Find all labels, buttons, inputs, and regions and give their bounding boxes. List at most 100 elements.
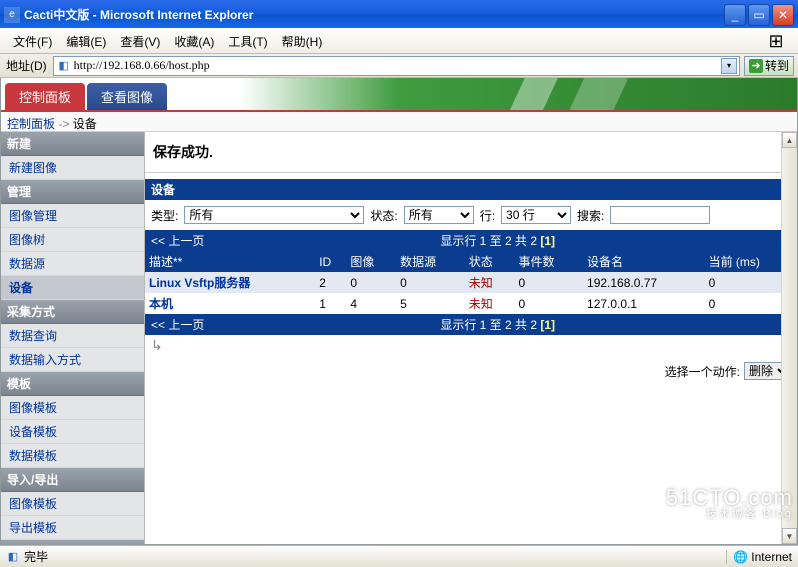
go-button[interactable]: ➜ 转到 (744, 56, 794, 76)
app-icon: e (4, 7, 20, 23)
address-field[interactable]: ◧ http://192.168.0.66/host.php ▾ (53, 56, 740, 76)
search-input[interactable] (610, 206, 710, 224)
column-header[interactable]: 设备名 (583, 251, 705, 272)
sidebar-item[interactable]: 设备模板 (1, 420, 144, 444)
menu-file[interactable]: 文件(F) (6, 30, 59, 53)
sidebar-header: 管理 (1, 180, 144, 204)
sidebar: 新建新建图像管理图像管理图像树数据源设备采集方式数据查询数据输入方式模板图像模板… (1, 132, 145, 544)
zone-label: Internet (751, 550, 792, 564)
address-url: http://192.168.0.66/host.php (74, 58, 719, 73)
main-content: 保存成功. 设备 类型: 所有 状态: 所有 行: 30 行 搜索: << 上一… (145, 132, 797, 544)
sidebar-item[interactable]: 图像模板 (1, 492, 144, 516)
menu-favorites[interactable]: 收藏(A) (167, 30, 221, 53)
table-cell: 127.0.0.1 (583, 293, 705, 314)
page-icon: ◧ (56, 58, 72, 74)
column-header[interactable]: 数据源 (396, 251, 465, 272)
column-header[interactable]: 描述** (145, 251, 315, 272)
sidebar-item[interactable]: 数据源 (1, 252, 144, 276)
address-bar: 地址(D) ◧ http://192.168.0.66/host.php ▾ ➜… (0, 54, 798, 78)
save-message: 保存成功. (145, 132, 797, 173)
status-zone: 🌐 Internet (726, 550, 792, 564)
tab-console[interactable]: 控制面板 (5, 83, 85, 110)
menu-view[interactable]: 查看(V) (113, 30, 167, 53)
sidebar-item[interactable]: 数据输入方式 (1, 348, 144, 372)
pager-top: << 上一页 显示行 1 至 2 共 2 [1] (145, 230, 797, 251)
menu-help[interactable]: 帮助(H) (275, 30, 330, 53)
table-cell: 本机 (145, 293, 315, 314)
action-row: 选择一个动作: 删除 (145, 356, 797, 386)
window-titlebar: e Cacti中文版 - Microsoft Internet Explorer… (0, 0, 798, 28)
table-row[interactable]: Linux Vsftp服务器200未知0192.168.0.770 (145, 272, 797, 293)
table-cell: 4 (346, 293, 396, 314)
go-arrow-icon: ➜ (749, 59, 763, 73)
breadcrumb-console[interactable]: 控制面板 (7, 117, 55, 131)
address-label: 地址(D) (4, 57, 49, 74)
status-select[interactable]: 所有 (404, 206, 474, 224)
table-cell: 0 (515, 293, 584, 314)
action-label: 选择一个动作: (665, 363, 740, 380)
go-label: 转到 (765, 57, 789, 74)
browser-viewport: 控制面板 查看图像 控制面板 -> 设备 新建新建图像管理图像管理图像树数据源设… (0, 78, 798, 545)
column-header[interactable]: 图像 (346, 251, 396, 272)
rows-select[interactable]: 30 行 (501, 206, 571, 224)
pager-prev[interactable]: << 上一页 (151, 232, 204, 249)
status-text: 完毕 (24, 548, 48, 565)
sidebar-header: 导入/导出 (1, 468, 144, 492)
tab-graphs[interactable]: 查看图像 (87, 83, 167, 110)
pager-prev-bottom[interactable]: << 上一页 (151, 316, 204, 333)
breadcrumb-current: 设备 (73, 117, 97, 131)
type-label: 类型: (151, 207, 178, 224)
close-button[interactable]: ✕ (772, 4, 794, 26)
cacti-tab-row: 控制面板 查看图像 (1, 78, 797, 112)
column-header[interactable]: 事件数 (515, 251, 584, 272)
table-cell: 未知 (465, 272, 515, 293)
table-cell: 未知 (465, 293, 515, 314)
rows-label: 行: (480, 207, 495, 224)
sidebar-header: 采集方式 (1, 300, 144, 324)
maximize-button[interactable]: ▭ (748, 4, 770, 26)
section-head: 设备 (145, 179, 797, 200)
column-header[interactable]: 状态 (465, 251, 515, 272)
table-cell: 2 (315, 272, 346, 293)
sidebar-item[interactable]: 图像管理 (1, 204, 144, 228)
table-row[interactable]: 本机145未知0127.0.0.10 (145, 293, 797, 314)
address-dropdown-icon[interactable]: ▾ (721, 58, 737, 74)
sidebar-header: 配置 (1, 540, 144, 544)
sidebar-item[interactable]: 数据查询 (1, 324, 144, 348)
sidebar-header: 新建 (1, 132, 144, 156)
table-cell: 0 (346, 272, 396, 293)
type-select[interactable]: 所有 (184, 206, 364, 224)
menu-bar: 文件(F) 编辑(E) 查看(V) 收藏(A) 工具(T) 帮助(H) ⊞ (0, 28, 798, 54)
sidebar-item[interactable]: 新建图像 (1, 156, 144, 180)
filter-bar: 类型: 所有 状态: 所有 行: 30 行 搜索: (145, 204, 797, 230)
globe-icon: 🌐 (733, 550, 748, 564)
sidebar-item[interactable]: 导出模板 (1, 516, 144, 540)
table-cell: 0 (396, 272, 465, 293)
scroll-up-icon[interactable]: ▲ (782, 132, 797, 148)
status-bar: ◧ 完毕 🌐 Internet (0, 545, 798, 567)
search-label: 搜索: (577, 207, 604, 224)
table-cell: 5 (396, 293, 465, 314)
vertical-scrollbar[interactable]: ▲ ▼ (781, 132, 797, 544)
sidebar-item[interactable]: 图像树 (1, 228, 144, 252)
header-graphic (497, 78, 717, 110)
ie-logo-icon: ⊞ (756, 30, 796, 52)
table-cell: Linux Vsftp服务器 (145, 272, 315, 293)
sidebar-item[interactable]: 数据模板 (1, 444, 144, 468)
sidebar-item[interactable]: 图像模板 (1, 396, 144, 420)
main-layout: 新建新建图像管理图像管理图像树数据源设备采集方式数据查询数据输入方式模板图像模板… (1, 132, 797, 544)
menu-edit[interactable]: 编辑(E) (59, 30, 113, 53)
window-title: Cacti中文版 - Microsoft Internet Explorer (24, 6, 724, 23)
column-header[interactable]: ID (315, 251, 346, 272)
device-table: 描述**ID图像数据源状态事件数设备名当前 (ms) Linux Vsftp服务… (145, 251, 797, 314)
table-cell: 0 (515, 272, 584, 293)
table-cell: 1 (315, 293, 346, 314)
breadcrumb: 控制面板 -> 设备 (1, 112, 797, 132)
scroll-down-icon[interactable]: ▼ (782, 528, 797, 544)
sidebar-item[interactable]: 设备 (1, 276, 144, 300)
menu-tools[interactable]: 工具(T) (221, 30, 274, 53)
table-cell: 192.168.0.77 (583, 272, 705, 293)
status-label: 状态: (370, 207, 397, 224)
pager-summary: 显示行 1 至 2 共 2 [1] (204, 232, 791, 249)
minimize-button[interactable]: _ (724, 4, 746, 26)
